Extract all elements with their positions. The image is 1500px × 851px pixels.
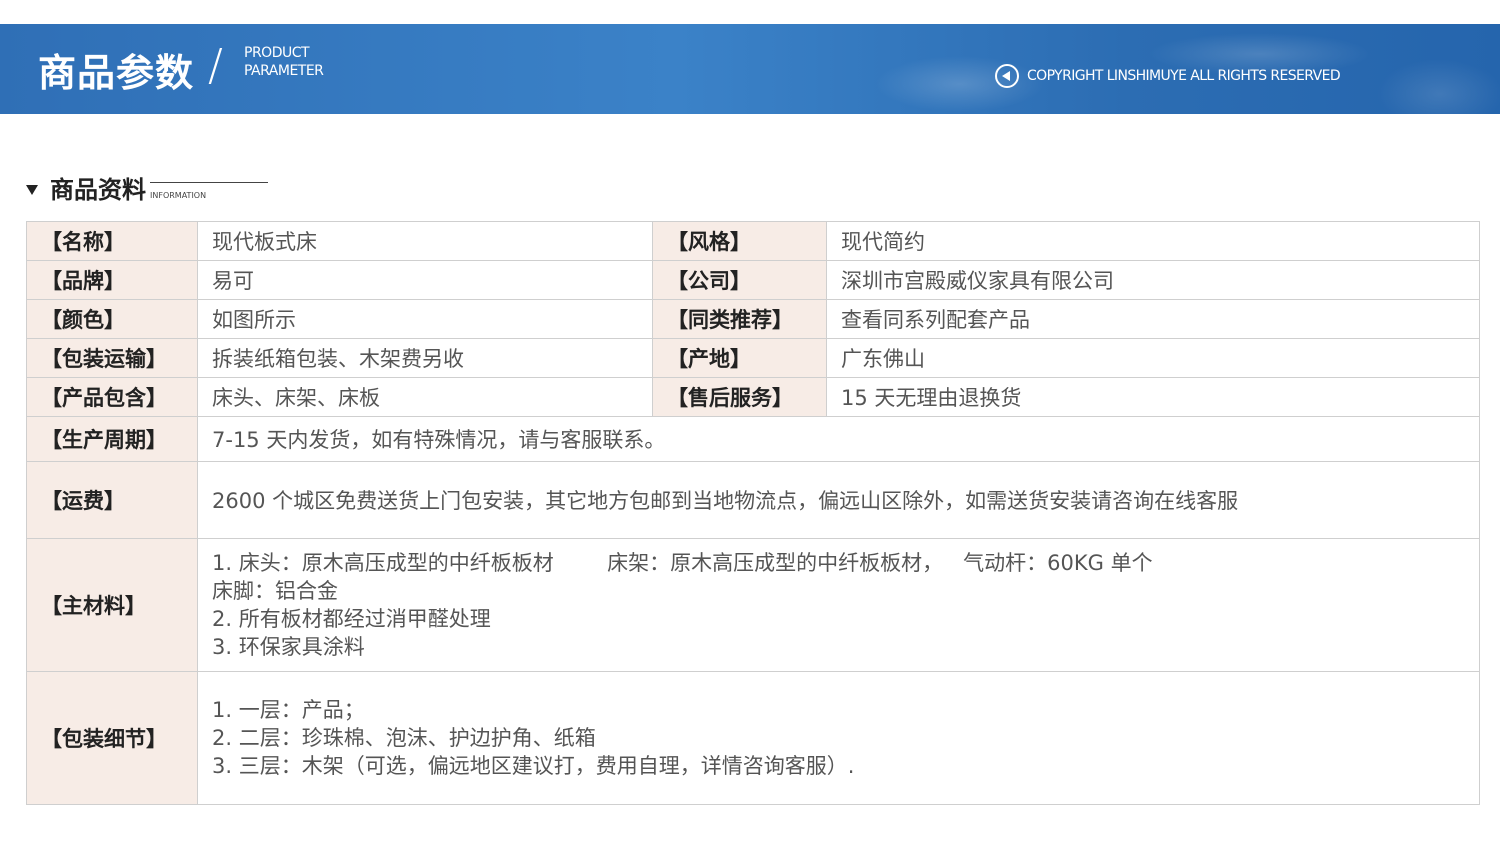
row-value: 广东佛山 bbox=[826, 338, 1480, 378]
material-line: 2. 所有板材都经过消甲醛处理 bbox=[212, 607, 491, 631]
table-row: 【名称】 现代板式床 【风格】 现代简约 bbox=[26, 221, 1480, 261]
copyright-text: COPYRIGHT LINSHIMUYE ALL RIGHTS RESERVED bbox=[1027, 68, 1341, 84]
table-row-material: 【主材料】 1. 床头：原木高压成型的中纤板板材 床架：原木高压成型的中纤板板材… bbox=[26, 538, 1480, 672]
row-key: 【售后服务】 bbox=[652, 377, 827, 417]
row-value-multiline: 1. 床头：原木高压成型的中纤板板材 床架：原木高压成型的中纤板板材， 气动杆：… bbox=[197, 538, 1480, 672]
banner-english-title: PRODUCT PARAMETER bbox=[244, 44, 324, 80]
row-value: 床头、床架、床板 bbox=[197, 377, 653, 417]
table-row: 【包装运输】 拆装纸箱包装、木架费另收 【产地】 广东佛山 bbox=[26, 338, 1480, 378]
row-key: 【风格】 bbox=[652, 221, 827, 261]
section-english-label: INFORMATION bbox=[150, 182, 268, 200]
row-value: 查看同系列配套产品 bbox=[826, 299, 1480, 339]
row-key: 【产地】 bbox=[652, 338, 827, 378]
product-info-table: 【名称】 现代板式床 【风格】 现代简约 【品牌】 易可 【公司】 深圳市宫殿威… bbox=[26, 221, 1480, 805]
row-value: 拆装纸箱包装、木架费另收 bbox=[197, 338, 653, 378]
section-header: 商品资料 INFORMATION bbox=[26, 170, 268, 205]
header-banner: 商品参数 / PRODUCT PARAMETER COPYRIGHT LINSH… bbox=[0, 24, 1500, 114]
row-key: 【产品包含】 bbox=[26, 377, 198, 417]
banner-slash: / bbox=[208, 40, 223, 91]
packing-line: 1. 一层：产品； bbox=[212, 698, 365, 722]
material-line: 床脚：铝合金 bbox=[212, 579, 338, 603]
banner-en-line1: PRODUCT bbox=[244, 45, 310, 61]
banner-title: 商品参数 bbox=[38, 51, 195, 95]
row-key: 【名称】 bbox=[26, 221, 198, 261]
material-line: 3. 环保家具涂料 bbox=[212, 635, 365, 659]
banner-en-line2: PARAMETER bbox=[244, 63, 324, 79]
row-key: 【包装细节】 bbox=[26, 671, 198, 805]
row-key: 【运费】 bbox=[26, 461, 198, 539]
row-value: 15 天无理由退换货 bbox=[826, 377, 1480, 417]
table-row: 【颜色】 如图所示 【同类推荐】 查看同系列配套产品 bbox=[26, 299, 1480, 339]
table-row: 【品牌】 易可 【公司】 深圳市宫殿威仪家具有限公司 bbox=[26, 260, 1480, 300]
row-key: 【同类推荐】 bbox=[652, 299, 827, 339]
row-key: 【颜色】 bbox=[26, 299, 198, 339]
row-key: 【主材料】 bbox=[26, 538, 198, 672]
material-line: 1. 床头：原木高压成型的中纤板板材 床架：原木高压成型的中纤板板材， 气动杆：… bbox=[212, 551, 1153, 575]
packing-line: 3. 三层：木架（可选，偏远地区建议打，费用自理，详情咨询客服）. bbox=[212, 754, 855, 778]
packing-line: 2. 二层：珍珠棉、泡沫、护边护角、纸箱 bbox=[212, 726, 596, 750]
row-value: 易可 bbox=[197, 260, 653, 300]
row-key: 【包装运输】 bbox=[26, 338, 198, 378]
row-value-multiline: 1. 一层：产品； 2. 二层：珍珠棉、泡沫、护边护角、纸箱 3. 三层：木架（… bbox=[197, 671, 1480, 805]
copyright-notice: COPYRIGHT LINSHIMUYE ALL RIGHTS RESERVED bbox=[995, 64, 1341, 88]
table-row-production-cycle: 【生产周期】 7-15 天内发货，如有特殊情况，请与客服联系。 bbox=[26, 416, 1480, 462]
row-value: 深圳市宫殿威仪家具有限公司 bbox=[826, 260, 1480, 300]
row-key: 【生产周期】 bbox=[26, 416, 198, 462]
row-value: 现代板式床 bbox=[197, 221, 653, 261]
row-value: 2600 个城区免费送货上门包安装，其它地方包邮到当地物流点，偏远山区除外，如需… bbox=[197, 461, 1480, 539]
table-row-packing: 【包装细节】 1. 一层：产品； 2. 二层：珍珠棉、泡沫、护边护角、纸箱 3.… bbox=[26, 671, 1480, 805]
back-arrow-icon bbox=[995, 64, 1019, 88]
row-key: 【公司】 bbox=[652, 260, 827, 300]
table-row: 【产品包含】 床头、床架、床板 【售后服务】 15 天无理由退换货 bbox=[26, 377, 1480, 417]
row-key: 【品牌】 bbox=[26, 260, 198, 300]
section-title: 商品资料 bbox=[50, 176, 146, 204]
row-value: 现代简约 bbox=[826, 221, 1480, 261]
row-value: 7-15 天内发货，如有特殊情况，请与客服联系。 bbox=[197, 416, 1480, 462]
table-row-shipping: 【运费】 2600 个城区免费送货上门包安装，其它地方包邮到当地物流点，偏远山区… bbox=[26, 461, 1480, 539]
triangle-down-icon bbox=[26, 185, 38, 195]
row-value: 如图所示 bbox=[197, 299, 653, 339]
